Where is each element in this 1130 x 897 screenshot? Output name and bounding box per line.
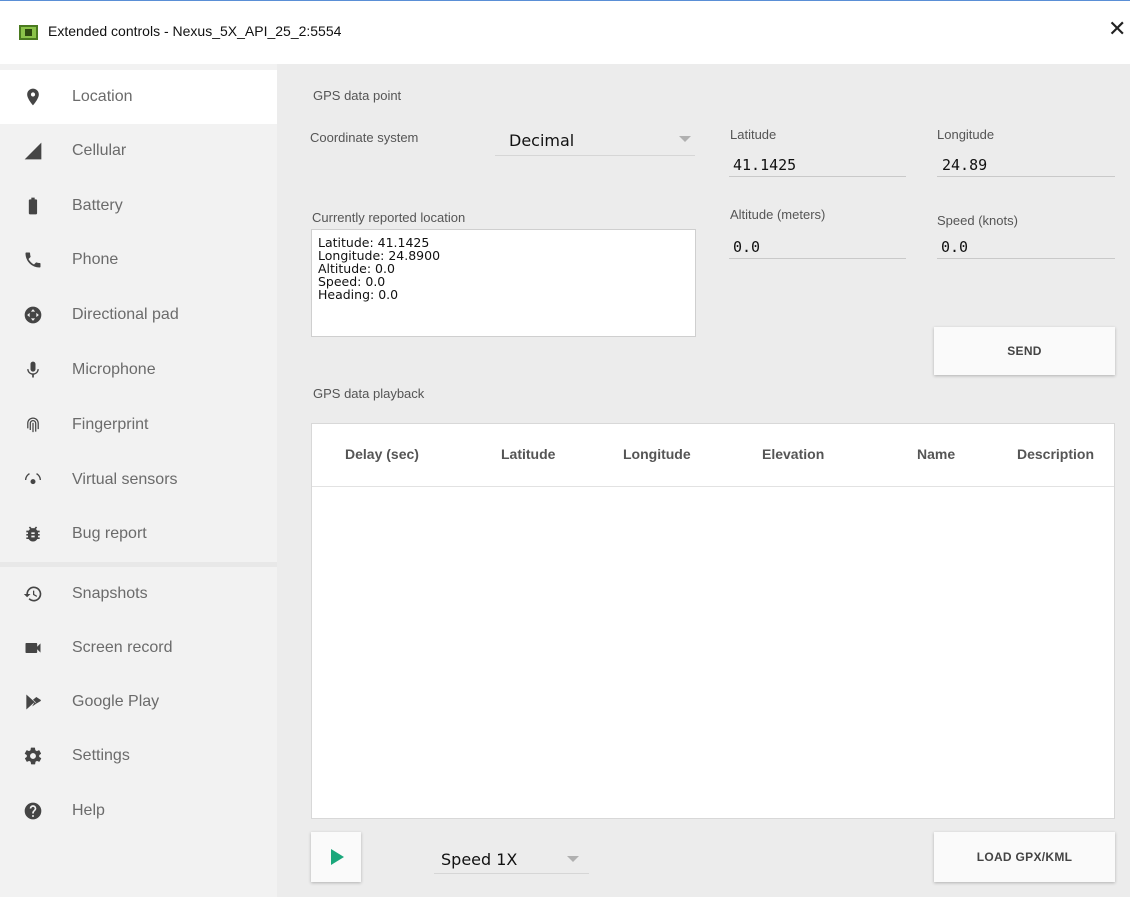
videocam-icon [22,637,44,659]
sidebar-item-label: Phone [72,251,119,268]
sidebar-item-label: Fingerprint [72,416,149,433]
sidebar-item-label: Battery [72,197,123,214]
sidebar-item-fingerprint[interactable]: Fingerprint [0,398,277,452]
column-header-elevation[interactable]: Elevation [762,446,824,462]
longitude-field[interactable]: 24.89 [942,156,987,174]
history-icon [22,583,44,605]
column-header-longitude[interactable]: Longitude [623,446,691,462]
send-button[interactable]: SEND [934,327,1115,375]
coordinate-system-select[interactable]: Decimal [495,124,695,156]
column-header-delay[interactable]: Delay (sec) [345,446,419,462]
sidebar-item-label: Snapshots [72,585,148,602]
play-icon [331,849,344,865]
column-header-description[interactable]: Description [1017,446,1094,462]
playback-speed-select[interactable]: Speed 1X [434,844,589,874]
close-icon[interactable]: ✕ [1108,19,1126,41]
location-pin-icon [22,86,44,108]
sidebar-item-settings[interactable]: Settings [0,729,277,783]
altitude-field[interactable]: 0.0 [733,238,760,256]
chevron-down-icon [679,136,691,142]
speed-field[interactable]: 0.0 [941,238,968,256]
coordinate-system-label: Coordinate system [310,130,419,145]
emulator-app-icon [19,25,38,40]
table-header: Delay (sec) Latitude Longitude Elevation… [312,424,1114,487]
battery-icon [22,195,44,217]
sidebar-item-location[interactable]: Location [0,70,277,124]
sidebar-item-directional-pad[interactable]: Directional pad [0,288,277,342]
altitude-label: Altitude (meters) [730,207,826,222]
play-store-icon [22,691,44,713]
sidebar-item-snapshots[interactable]: Snapshots [0,567,277,621]
column-header-latitude[interactable]: Latitude [501,446,555,462]
fingerprint-icon [22,414,44,436]
sidebar-item-phone[interactable]: Phone [0,233,277,287]
sidebar-item-label: Settings [72,747,130,764]
column-header-name[interactable]: Name [917,446,955,462]
signal-icon [22,140,44,162]
window-title: Extended controls - Nexus_5X_API_25_2:55… [48,23,342,39]
sidebar-item-help[interactable]: Help [0,784,277,838]
playback-speed-value: Speed 1X [441,850,518,869]
sidebar-item-label: Bug report [72,525,147,542]
sidebar-item-label: Google Play [72,693,160,710]
bug-icon [22,523,44,545]
coordinate-system-value: Decimal [509,131,575,150]
help-icon [22,800,44,822]
location-panel: GPS data point Coordinate system Decimal… [277,64,1130,897]
load-gpx-kml-button[interactable]: LOAD GPX/KML [934,832,1115,882]
microphone-icon [22,359,44,381]
sidebar-item-label: Help [72,802,105,819]
sidebar-item-virtual-sensors[interactable]: Virtual sensors [0,453,277,507]
gps-playback-table[interactable]: Delay (sec) Latitude Longitude Elevation… [311,423,1115,819]
sidebar-item-label: Screen record [72,639,173,656]
gear-icon [22,745,44,767]
sidebar-item-bug-report[interactable]: Bug report [0,507,277,561]
sidebar: Location Cellular Battery Phone Directio… [0,64,277,897]
sidebar-item-label: Location [72,88,133,105]
rotation-icon [22,469,44,491]
currently-reported-location-label: Currently reported location [312,210,466,225]
sidebar-item-google-play[interactable]: Google Play [0,675,277,729]
dpad-icon [22,304,44,326]
gps-data-point-heading: GPS data point [313,88,402,103]
sidebar-item-label: Cellular [72,142,127,159]
latitude-label: Latitude [730,127,777,142]
longitude-label: Longitude [937,127,995,142]
sidebar-item-label: Directional pad [72,306,179,323]
gps-data-playback-heading: GPS data playback [313,386,425,401]
sidebar-item-battery[interactable]: Battery [0,179,277,233]
sidebar-item-cellular[interactable]: Cellular [0,124,277,178]
chevron-down-icon [567,856,579,862]
latitude-field[interactable]: 41.1425 [733,156,796,174]
sidebar-item-microphone[interactable]: Microphone [0,343,277,397]
play-button[interactable] [311,832,361,882]
speed-label: Speed (knots) [937,213,1018,228]
reported-heading: Heading: 0.0 [318,287,399,302]
sidebar-item-label: Virtual sensors [72,471,178,488]
currently-reported-location-box: Latitude: 41.1425 Longitude: 24.8900 Alt… [311,229,696,337]
sidebar-item-screen-record[interactable]: Screen record [0,621,277,675]
title-bar: Extended controls - Nexus_5X_API_25_2:55… [0,0,1130,64]
phone-icon [22,249,44,271]
sidebar-item-label: Microphone [72,361,156,378]
